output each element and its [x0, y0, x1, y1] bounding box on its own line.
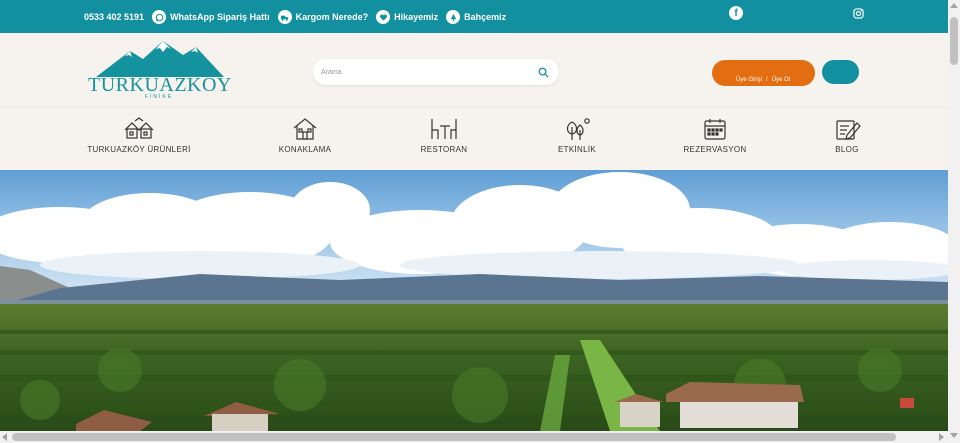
instagram-link[interactable]: [851, 6, 865, 20]
logo-subtitle: FİNİKE: [144, 94, 174, 100]
main-navigation: TURKUAZKÖY ÜRÜNLERİ KONAKLAMA RESTORAN E…: [0, 107, 948, 170]
edit-icon: [836, 120, 861, 140]
orchard-landscape-image: [0, 170, 948, 431]
cargo-tracking-label: Kargom Nerede?: [295, 12, 369, 22]
search-box: [313, 59, 559, 85]
heart-icon: [376, 10, 391, 24]
hero-banner: [0, 170, 948, 431]
facebook-link[interactable]: f: [729, 6, 743, 20]
nav-item-events[interactable]: ETKİNLİK: [552, 117, 602, 167]
nav-item-products[interactable]: TURKUAZKÖY ÜRÜNLERİ: [87, 117, 191, 167]
our-garden-link[interactable]: Bahçemiz: [446, 10, 506, 24]
nav-item-blog[interactable]: BLOG: [827, 117, 867, 167]
our-garden-label: Bahçemiz: [464, 12, 507, 22]
separator: /: [766, 77, 768, 83]
our-story-link[interactable]: Hikayemiz: [376, 10, 438, 24]
horizontal-scroll-thumb[interactable]: [12, 433, 896, 441]
nav-item-restaurant[interactable]: RESTORAN: [419, 117, 469, 167]
scroll-left-arrow[interactable]: [2, 433, 7, 441]
our-story-label: Hikayemiz: [394, 12, 439, 22]
nav-label-reservation: REZERVASYON: [683, 145, 747, 154]
nav-item-reservation[interactable]: REZERVASYON: [683, 117, 747, 167]
nav-label-restaurant: RESTORAN: [420, 145, 468, 154]
scroll-right-arrow[interactable]: [939, 433, 944, 441]
login-link[interactable]: Üye Girişi: [736, 77, 762, 83]
tree-icon: [446, 10, 461, 24]
house-icon: [293, 118, 317, 140]
table-icon: [431, 119, 457, 139]
scroll-up-arrow[interactable]: [950, 3, 958, 8]
calendar-icon: [704, 119, 726, 140]
search-icon: [538, 67, 549, 78]
search-button[interactable]: [536, 65, 550, 79]
cart-button[interactable]: [822, 60, 859, 84]
nav-label-blog: BLOG: [835, 145, 859, 154]
whatsapp-order-label: WhatsApp Sipariş Hattı: [170, 12, 270, 22]
nav-item-accommodation[interactable]: KONAKLAMA: [275, 117, 335, 167]
vertical-scroll-thumb[interactable]: [950, 17, 958, 65]
search-input[interactable]: [321, 64, 531, 80]
member-links: Üye Girişi / Üye Ol: [734, 77, 792, 83]
instagram-icon: [852, 7, 864, 19]
facebook-icon: f: [734, 7, 738, 19]
nav-label-products: TURKUAZKÖY ÜRÜNLERİ: [87, 145, 191, 154]
nav-label-events: ETKİNLİK: [558, 145, 596, 154]
whatsapp-icon: [152, 10, 167, 24]
truck-icon: [277, 10, 292, 24]
site-header: TURKUAZKÖY FİNİKE Üye Girişi / Üye Ol: [0, 33, 948, 107]
houses-icon: [124, 117, 154, 139]
mountain-logo-mark: [96, 41, 224, 77]
site-logo[interactable]: TURKUAZKÖY FİNİKE: [88, 39, 231, 101]
horizontal-scrollbar[interactable]: [0, 431, 948, 443]
scroll-down-arrow[interactable]: [950, 433, 958, 438]
phone-number[interactable]: 0533 402 5191: [84, 12, 144, 22]
vertical-scrollbar[interactable]: [948, 0, 960, 443]
nav-label-accommodation: KONAKLAMA: [278, 145, 332, 154]
member-button[interactable]: Üye Girişi / Üye Ol: [712, 60, 815, 86]
cargo-tracking-link[interactable]: Kargom Nerede?: [277, 10, 369, 24]
whatsapp-order-link[interactable]: WhatsApp Sipariş Hattı: [152, 10, 270, 24]
register-link[interactable]: Üye Ol: [772, 77, 790, 83]
trees-icon: [566, 118, 590, 140]
